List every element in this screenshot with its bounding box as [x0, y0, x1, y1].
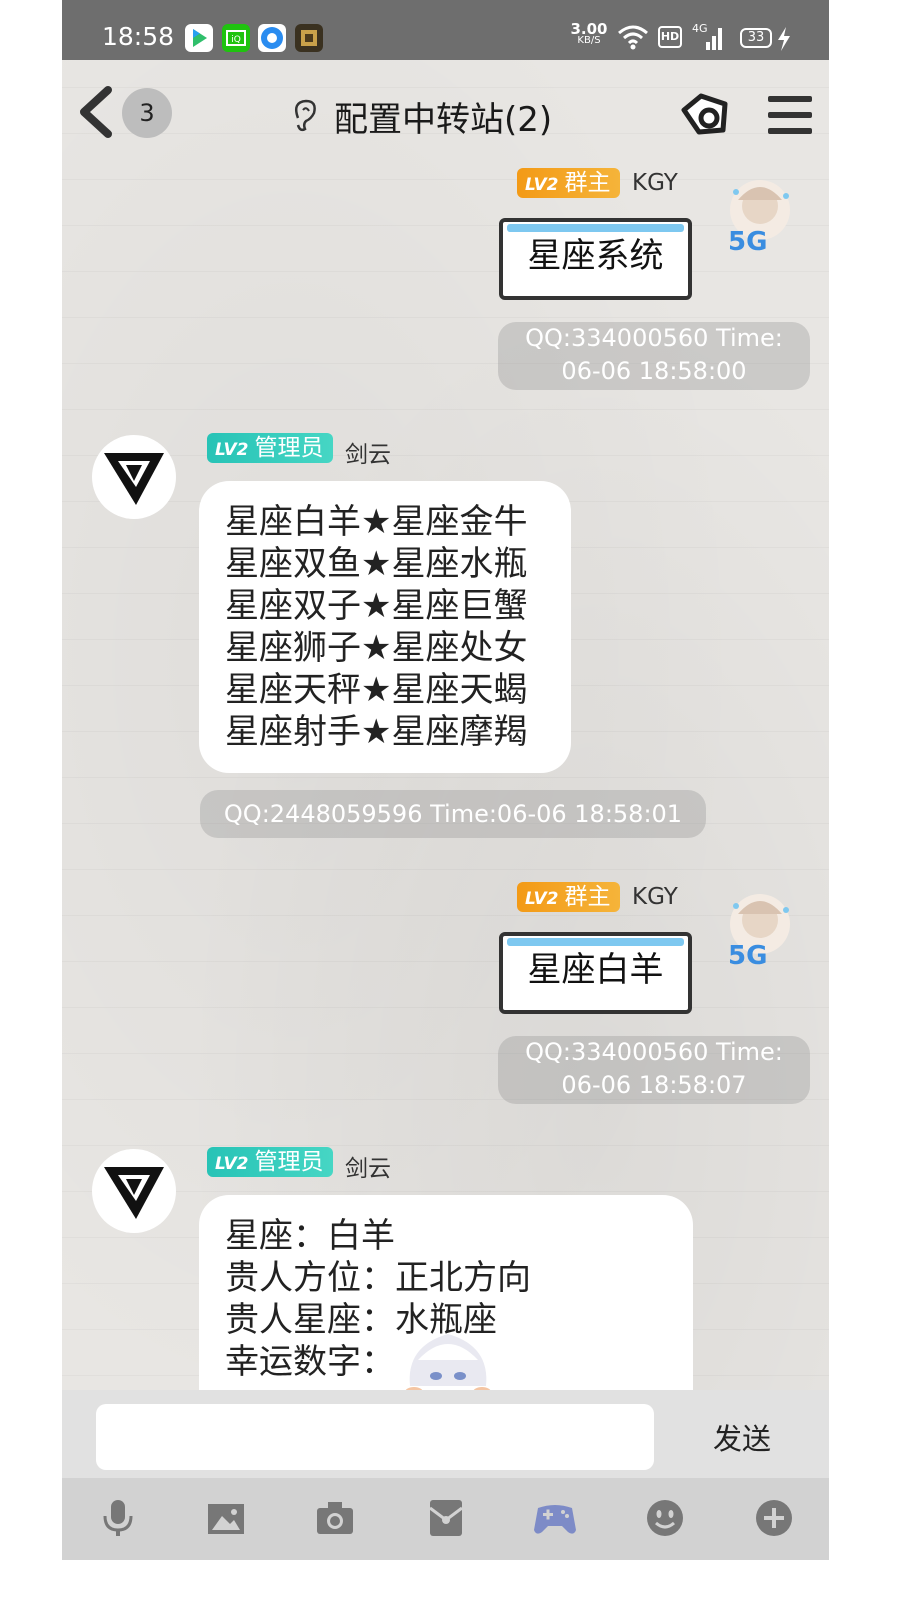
video-app-icon [185, 24, 213, 52]
mic-icon[interactable] [98, 1498, 138, 1538]
menu-icon[interactable] [766, 94, 814, 140]
message-line: 星座白羊★星座金牛 [225, 502, 528, 542]
admin-badge: LV2 管理员 [207, 433, 334, 463]
ear-icon [290, 98, 318, 138]
sender-name: KGY [632, 884, 678, 910]
send-button[interactable]: 发送 [692, 1414, 792, 1460]
plus-icon[interactable] [754, 1498, 794, 1538]
emoji-icon[interactable] [645, 1498, 685, 1538]
status-time: 18:58 [102, 22, 175, 51]
camera-icon[interactable] [315, 1498, 355, 1538]
group-settings-icon[interactable] [679, 90, 733, 142]
message-line: 星座双子★星座巨蟹 [225, 586, 528, 626]
admin-badge: LV2 管理员 [207, 1147, 334, 1177]
network-speed: 3.00 KB/S [570, 20, 608, 47]
battery-indicator: 33 [740, 28, 772, 48]
red-packet-icon[interactable] [426, 1498, 466, 1538]
command-bubble[interactable]: 星座系统 [499, 218, 692, 300]
message-input[interactable] [96, 1404, 654, 1470]
message-line: 星座射手★星座摩羯 [225, 712, 528, 752]
group-title: 配置中转站(2) [334, 100, 553, 140]
svg-text:iQ: iQ [231, 35, 241, 45]
gamepad-icon[interactable] [532, 1498, 576, 1538]
unread-count-badge[interactable]: 3 [122, 88, 172, 138]
browser-app-icon [258, 24, 286, 52]
svg-text:5G: 5G [728, 227, 767, 257]
message-meta: QQ:2448059596 Time:06-06 18:58:01 [200, 790, 706, 838]
message-line: 星座狮子★星座处女 [225, 628, 528, 668]
sender-name: 剑云 [345, 1156, 391, 1182]
message-line: 星座双鱼★星座水瓶 [225, 544, 528, 584]
svg-text:5G: 5G [728, 941, 767, 971]
image-icon[interactable] [206, 1498, 246, 1538]
hd-icon: HD [658, 26, 682, 48]
message-meta: QQ:334000560 Time: 06-06 18:58:07 [498, 1036, 810, 1104]
message-line: 星座天秤★星座天蝎 [225, 670, 528, 710]
avatar[interactable]: 5G [712, 884, 808, 980]
signal-icon: 4G [692, 22, 726, 56]
charging-icon [776, 26, 792, 56]
iqiyi-icon: iQ [222, 24, 250, 52]
sender-name: 剑云 [345, 442, 391, 468]
game-app-icon [295, 24, 323, 52]
avatar[interactable] [92, 1149, 176, 1233]
avatar[interactable]: 5G [712, 170, 808, 266]
message-line: 贵人方位：正北方向 [225, 1258, 531, 1298]
sender-name: KGY [632, 170, 678, 196]
message-line: 星座：白羊 [225, 1216, 395, 1256]
owner-badge: LV2 群主 [517, 882, 621, 912]
owner-badge: LV2 群主 [517, 168, 621, 198]
back-arrow-icon[interactable] [76, 84, 116, 144]
text-bubble[interactable]: 星座白羊★星座金牛 星座双鱼★星座水瓶 星座双子★星座巨蟹 星座狮子★星座处女 … [199, 481, 571, 773]
phone-screen: 18:58 iQ 3.00 KB/S HD 4G 33 3 配置中转站(2) L… [62, 0, 829, 1560]
command-bubble[interactable]: 星座白羊 [499, 932, 692, 1014]
avatar[interactable] [92, 435, 176, 519]
wifi-icon [617, 24, 649, 54]
status-bar: 18:58 iQ 3.00 KB/S HD 4G 33 [62, 0, 829, 60]
message-meta: QQ:334000560 Time: 06-06 18:58:00 [498, 322, 810, 390]
